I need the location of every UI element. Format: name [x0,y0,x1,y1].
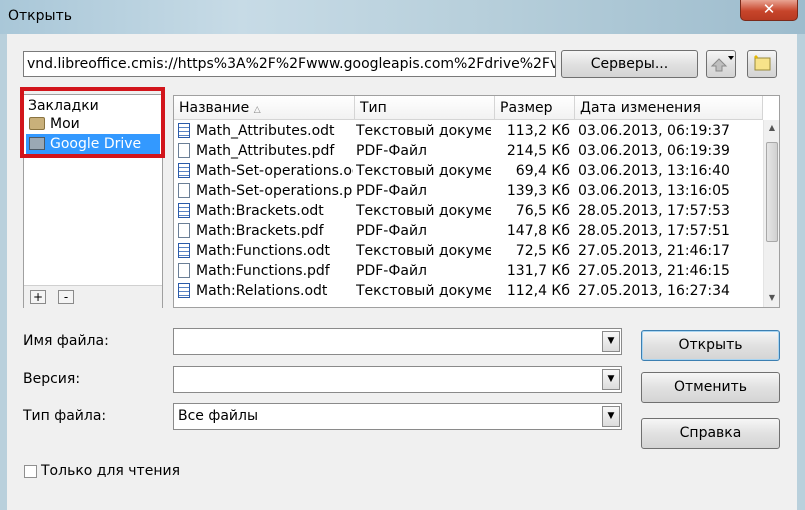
file-type-cell: PDF-Файл [356,143,428,159]
file-row[interactable]: Math-Set-operations.pdf PDF-Файл 139,3 Кб 0… [174,181,761,201]
file-row[interactable]: Math-Set-operations.odt Текстовый докумен… [174,161,761,181]
filetype-combo[interactable]: Все файлы ▼ [173,403,622,430]
file-size-cell: 72,5 Кб [515,243,570,259]
text-document-icon [178,283,190,298]
pdf-document-icon [178,263,190,278]
file-name-cell: Math:Functions.pdf [196,263,330,279]
version-label: Версия: [23,371,81,387]
file-size-cell: 112,4 Кб [506,283,570,299]
remove-bookmark-button[interactable]: - [58,290,74,304]
file-date-cell: 03.06.2013, 06:19:37 [578,123,730,139]
file-row[interactable]: Math:Brackets.odt Текстовый докумен 76,5 К… [174,201,761,221]
servers-button[interactable]: Серверы... [561,50,698,78]
new-folder-button[interactable] [747,50,777,78]
version-combo[interactable]: ▼ [173,366,622,393]
window-frame-right [797,34,805,510]
column-header-size[interactable]: Размер [495,96,575,120]
file-type-cell: Текстовый докумен [356,123,491,139]
file-date-cell: 27.05.2013, 21:46:17 [578,243,730,259]
file-row[interactable]: Math_Attributes.odt Текстовый докумен 113,… [174,121,761,141]
dialog-client-area: vnd.libreoffice.cmis://https%3A%2F%2Fwww… [7,34,797,510]
help-button[interactable]: Справка [641,418,780,449]
text-document-icon [178,163,190,178]
file-row[interactable]: Math:Functions.pdf PDF-Файл 131,7 Кб 27.05.… [174,261,761,281]
readonly-checkbox[interactable] [24,465,37,478]
file-size-cell: 69,4 Кб [515,163,570,179]
cancel-button[interactable]: Отменить [641,372,780,403]
file-type-cell: PDF-Файл [356,223,428,239]
file-size-cell: 131,7 Кб [506,263,570,279]
open-button[interactable]: Открыть [641,330,780,361]
column-label: Название [179,100,250,116]
sort-ascending-icon: △ [253,105,261,115]
file-type-cell: PDF-Файл [356,183,428,199]
file-name-cell: Math:Brackets.odt [196,203,324,219]
up-level-button[interactable] [706,50,736,78]
window-title: Открыть [8,8,72,24]
file-type-cell: Текстовый докумен [356,243,491,259]
file-row[interactable]: Math:Functions.odt Текстовый докумен 72,5 … [174,241,761,261]
url-field[interactable]: vnd.libreoffice.cmis://https%3A%2F%2Fwww… [23,51,556,77]
file-name-cell: Math_Attributes.pdf [196,143,335,159]
file-row[interactable]: Math_Attributes.pdf PDF-Файл 214,5 Кб 03.06… [174,141,761,161]
scroll-up-icon[interactable]: ▲ [764,120,779,136]
filetype-value: Все файлы [178,408,259,424]
filename-combo[interactable]: ▼ [173,328,622,355]
bookmarks-toolbar: + - [24,285,162,308]
chevron-down-icon[interactable]: ▼ [602,331,620,352]
file-name-cell: Math-Set-operations.odt [196,163,353,179]
file-type-cell: Текстовый докумен [356,163,491,179]
title-bar: Открыть ✕ [0,0,805,34]
arrow-up-icon [710,56,734,72]
file-size-cell: 76,5 Кб [515,203,570,219]
file-name-cell: Math:Relations.odt [196,283,328,299]
file-date-cell: 27.05.2013, 16:27:34 [578,283,730,299]
file-date-cell: 28.05.2013, 17:57:53 [578,203,730,219]
file-type-cell: Текстовый докумен [356,203,491,219]
file-size-cell: 147,8 Кб [506,223,570,239]
file-date-cell: 03.06.2013, 13:16:05 [578,183,730,199]
file-name-cell: Math-Set-operations.pdf [196,183,353,199]
column-header-date[interactable]: Дата изменения [575,96,763,120]
new-folder-icon [754,55,771,71]
text-document-icon [178,203,190,218]
column-header-type[interactable]: Тип [355,96,495,120]
file-size-cell: 139,3 Кб [506,183,570,199]
scroll-thumb[interactable] [766,142,778,242]
column-header-name[interactable]: Название △ [174,96,355,120]
text-document-icon [178,243,190,258]
window-frame-left [0,34,7,510]
pdf-document-icon [178,143,190,158]
pdf-document-icon [178,183,190,198]
readonly-label: Только для чтения [41,463,181,479]
file-type-cell: PDF-Файл [356,263,428,279]
file-date-cell: 28.05.2013, 17:57:51 [578,223,730,239]
close-icon: ✕ [762,0,776,18]
file-list: Название △ Тип Размер Дата изменения Mat… [173,95,780,308]
file-list-scrollbar[interactable]: ▲ ▼ [763,120,779,307]
scroll-down-icon[interactable]: ▼ [764,290,779,306]
file-type-cell: Текстовый докумен [356,283,491,299]
filetype-label: Тип файла: [23,408,107,424]
file-name-cell: Math:Brackets.pdf [196,223,324,239]
file-name-cell: Math_Attributes.odt [196,123,335,139]
text-document-icon [178,123,190,138]
highlight-annotation-box [20,87,165,158]
file-size-cell: 113,2 Кб [506,123,570,139]
file-date-cell: 27.05.2013, 21:46:15 [578,263,730,279]
file-size-cell: 214,5 Кб [506,143,570,159]
chevron-down-icon[interactable]: ▼ [602,406,620,427]
chevron-down-icon[interactable]: ▼ [602,369,620,390]
close-button[interactable]: ✕ [740,0,798,21]
filename-label: Имя файла: [23,333,109,349]
file-name-cell: Math:Functions.odt [196,243,330,259]
add-bookmark-button[interactable]: + [30,290,46,304]
pdf-document-icon [178,223,190,238]
file-date-cell: 03.06.2013, 06:19:39 [578,143,730,159]
file-date-cell: 03.06.2013, 13:16:40 [578,163,730,179]
file-row[interactable]: Math:Relations.odt Текстовый докумен 112,4… [174,281,761,301]
file-row[interactable]: Math:Brackets.pdf PDF-Файл 147,8 Кб 28.05.2… [174,221,761,241]
